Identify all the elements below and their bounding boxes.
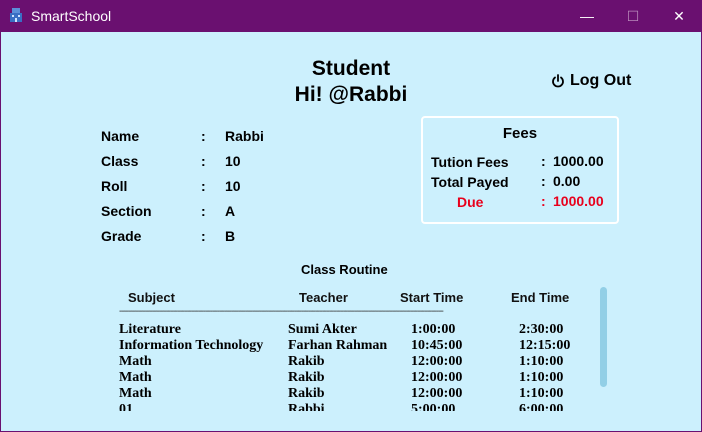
cell-start-time: 1:00:00	[411, 322, 456, 337]
maximize-icon: ☐	[626, 7, 640, 24]
info-label-roll: Roll	[101, 178, 128, 194]
info-colon: :	[201, 128, 206, 144]
cell-end-time: 6:00:00	[519, 402, 564, 411]
cell-start-time: 12:00:00	[411, 386, 463, 401]
table-row: Literature Sumi Akter 1:00:00 2:30:00	[119, 322, 589, 338]
app-logo-icon	[10, 8, 22, 22]
table-row: Math Rakib 12:00:00 1:10:00	[119, 386, 589, 402]
fee-value-payed: 0.00	[553, 173, 581, 189]
fee-colon: :	[541, 153, 546, 169]
cell-subject: 01	[119, 402, 133, 411]
table-divider: ----------------------------------------…	[119, 307, 444, 317]
cell-teacher: Rakib	[288, 370, 325, 385]
fee-value-tution: 1000.00	[553, 153, 604, 169]
cell-end-time: 1:10:00	[519, 370, 564, 385]
fees-title: Fees	[502, 125, 538, 142]
info-value-grade: B	[225, 228, 236, 244]
routine-title: Class Routine	[301, 262, 388, 277]
fee-label-due: Due	[457, 194, 484, 210]
cell-end-time: 12:15:00	[519, 338, 571, 353]
title-bar[interactable]: SmartSchool — ☐ ✕	[0, 0, 702, 32]
cell-teacher: Sumi Akter	[288, 322, 357, 337]
fee-label-tution: Tution Fees	[431, 154, 509, 170]
cell-end-time: 1:10:00	[519, 386, 564, 401]
fee-colon: :	[541, 193, 546, 209]
cell-end-time: 1:10:00	[519, 354, 564, 369]
routine-scrollbar[interactable]	[600, 287, 607, 387]
info-colon: :	[201, 153, 206, 169]
close-icon: ✕	[673, 7, 685, 24]
column-header-subject: Subject	[128, 290, 175, 305]
info-value-section: A	[225, 203, 236, 219]
table-row: Information Technology Farhan Rahman 10:…	[119, 338, 589, 354]
table-row: 01 Rabbi 5:00:00 6:00:00	[119, 402, 589, 411]
logout-button[interactable]: Log Out	[551, 72, 631, 90]
cell-teacher: Rabbi	[288, 402, 325, 411]
info-label-class: Class	[101, 153, 139, 169]
cell-start-time: 12:00:00	[411, 354, 463, 369]
column-header-start-time: Start Time	[400, 290, 464, 305]
routine-table[interactable]: Literature Sumi Akter 1:00:00 2:30:00 In…	[119, 322, 589, 411]
cell-subject: Math	[119, 386, 152, 401]
app-window: SmartSchool — ☐ ✕ Student Hi! @Rabbi Log…	[0, 0, 702, 432]
cell-subject: Information Technology	[119, 338, 264, 353]
info-label-grade: Grade	[101, 228, 142, 244]
fee-colon: :	[541, 173, 546, 189]
power-icon	[552, 74, 564, 88]
column-header-teacher: Teacher	[299, 290, 348, 305]
info-value-name: Rabbi	[225, 128, 264, 144]
info-colon: :	[201, 178, 206, 194]
info-label-section: Section	[101, 203, 152, 219]
window-title: SmartSchool	[31, 8, 112, 24]
cell-subject: Math	[119, 354, 152, 369]
info-colon: :	[201, 203, 206, 219]
cell-start-time: 5:00:00	[411, 402, 456, 411]
info-value-class: 10	[225, 153, 241, 169]
fee-label-payed: Total Payed	[431, 174, 509, 190]
info-value-roll: 10	[225, 178, 241, 194]
info-colon: :	[201, 228, 206, 244]
logout-label: Log Out	[570, 72, 632, 89]
close-button[interactable]: ✕	[656, 0, 702, 32]
table-row: Math Rakib 12:00:00 1:10:00	[119, 370, 589, 386]
cell-subject: Math	[119, 370, 152, 385]
fee-value-due: 1000.00	[553, 193, 604, 209]
cell-teacher: Farhan Rahman	[288, 338, 388, 353]
cell-start-time: 10:45:00	[411, 338, 463, 353]
column-header-end-time: End Time	[511, 290, 570, 305]
cell-teacher: Rakib	[288, 386, 325, 401]
cell-end-time: 2:30:00	[519, 322, 564, 337]
table-row: Math Rakib 12:00:00 1:10:00	[119, 354, 589, 370]
fees-panel: Fees Tution Fees : 1000.00 Total Payed :…	[421, 116, 619, 224]
minimize-button[interactable]: —	[564, 0, 610, 32]
minimize-icon: —	[580, 8, 594, 24]
maximize-button[interactable]: ☐	[610, 0, 656, 32]
cell-teacher: Rakib	[288, 354, 325, 369]
info-label-name: Name	[101, 128, 140, 144]
cell-start-time: 12:00:00	[411, 370, 463, 385]
cell-subject: Literature	[119, 322, 181, 337]
